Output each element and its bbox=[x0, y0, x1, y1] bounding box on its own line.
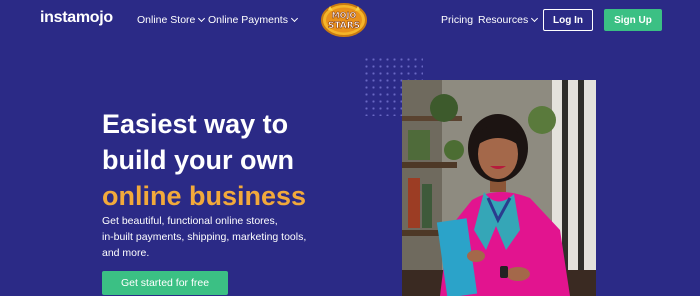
mojo-stars-badge[interactable]: MOJO STARS bbox=[320, 2, 368, 38]
signup-button[interactable]: Sign Up bbox=[604, 9, 662, 31]
subtext-line-3: and more. bbox=[102, 247, 150, 259]
hero-subtext: Get beautiful, functional online stores,… bbox=[102, 213, 342, 261]
hero-headline: Easiest way to build your own online bus… bbox=[102, 106, 306, 214]
headline-accent: online business bbox=[102, 181, 307, 211]
hero-photo-woman bbox=[402, 80, 596, 296]
nav-resources-label: Resources bbox=[478, 14, 529, 26]
subtext-line-1: Get beautiful, functional online stores, bbox=[102, 215, 278, 227]
get-started-button[interactable]: Get started for free bbox=[102, 271, 228, 295]
nav-online-store[interactable]: Online Store bbox=[137, 14, 206, 26]
chevron-down-icon bbox=[531, 14, 539, 23]
badge-text-stars: STARS bbox=[328, 21, 360, 31]
nav-online-store-label: Online Store bbox=[137, 14, 196, 26]
chevron-down-icon bbox=[198, 14, 206, 23]
top-navigation: instamojo Online Store Online Payments M… bbox=[0, 0, 700, 42]
instamojo-logo[interactable]: instamojo bbox=[40, 9, 113, 27]
nav-online-payments-label: Online Payments bbox=[208, 14, 288, 26]
badge-text-mojo: MOJO bbox=[332, 11, 357, 20]
chevron-down-icon bbox=[290, 14, 299, 23]
headline-line-1: Easiest way to bbox=[102, 109, 289, 139]
headline-line-2: build your own bbox=[102, 145, 294, 175]
nav-resources[interactable]: Resources bbox=[478, 14, 539, 26]
login-button[interactable]: Log In bbox=[543, 9, 593, 31]
nav-online-payments[interactable]: Online Payments bbox=[208, 14, 299, 26]
subtext-line-2: in-built payments, shipping, marketing t… bbox=[102, 231, 307, 243]
nav-pricing[interactable]: Pricing bbox=[441, 14, 473, 26]
